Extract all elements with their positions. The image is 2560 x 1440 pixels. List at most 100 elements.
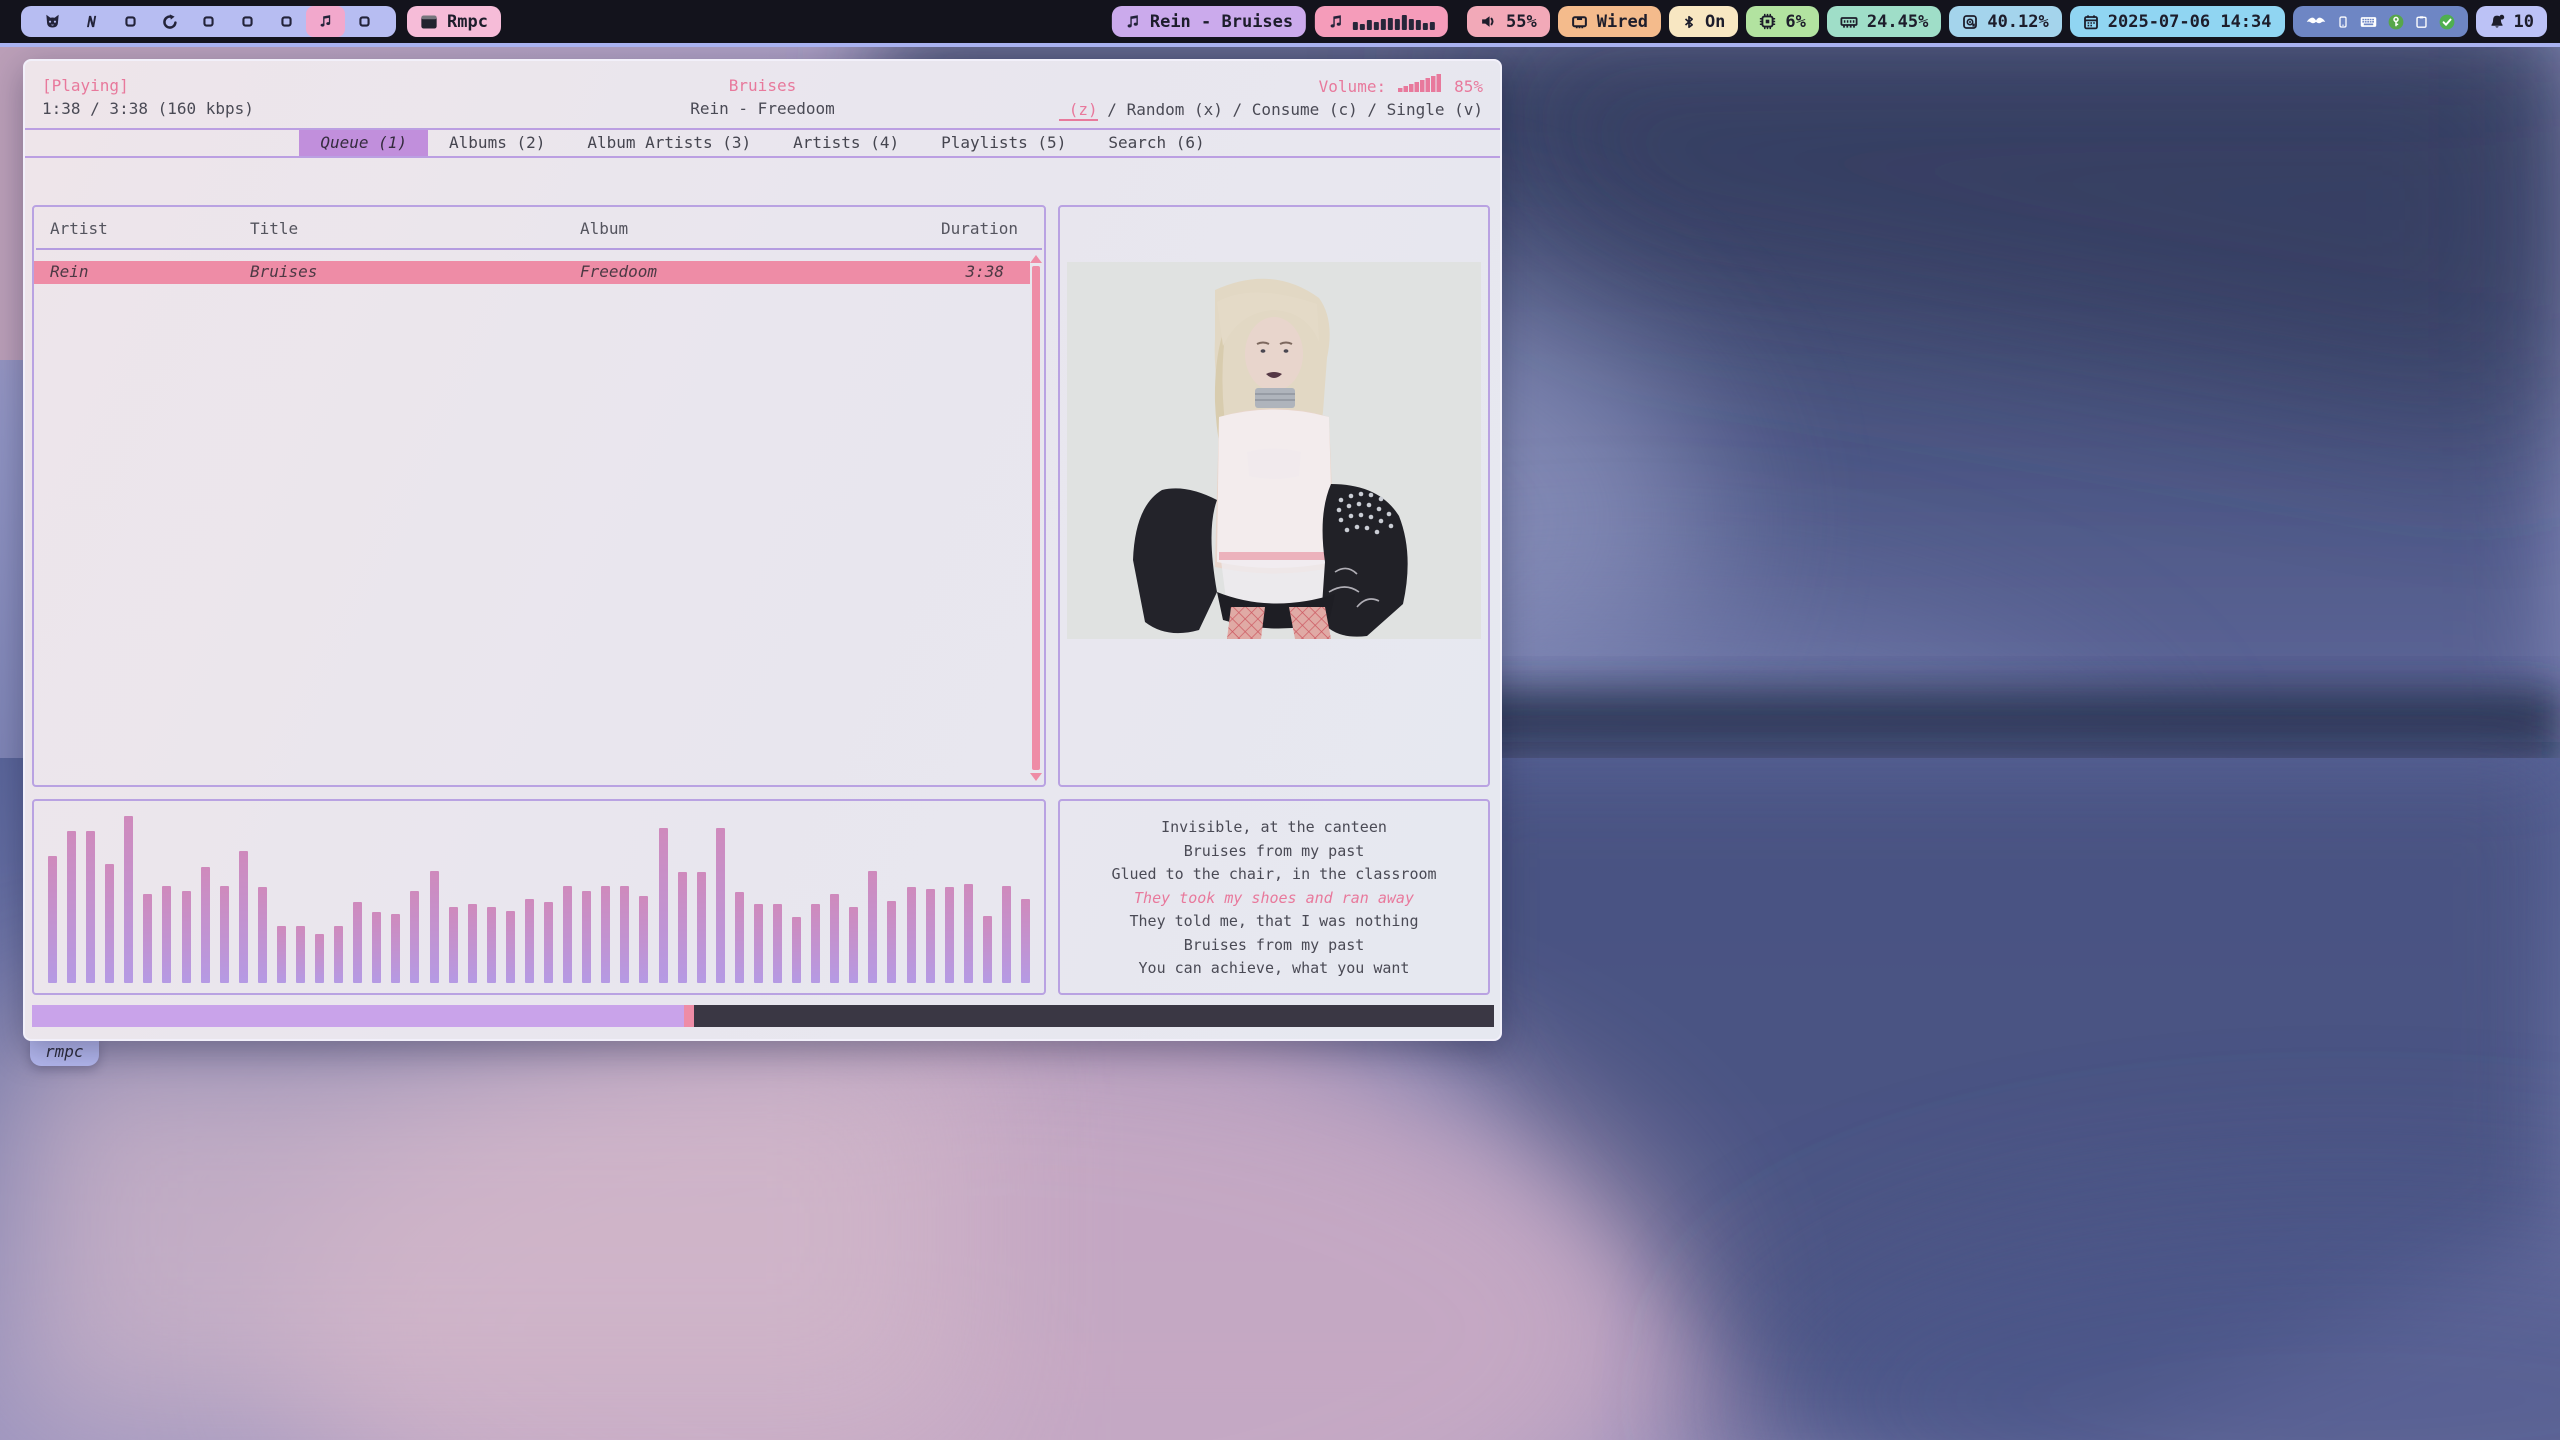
system-tray[interactable]: [2293, 6, 2468, 37]
key-icon[interactable]: [2388, 14, 2404, 30]
cpu-value: 6%: [1785, 12, 1805, 32]
visualizer-bar: [391, 914, 400, 983]
cell-artist: Rein: [50, 261, 250, 284]
tab-1[interactable]: Queue (1): [299, 130, 428, 156]
rmpc-window: [Playing] 1:38 / 3:38 (160 kbps) Bruises…: [23, 59, 1502, 1041]
workspace-square-icon[interactable]: [189, 6, 228, 37]
progress-track: [694, 1005, 1494, 1027]
bluetooth-widget[interactable]: On: [1669, 6, 1738, 37]
visualizer-bar: [525, 899, 534, 983]
bluetooth-value: On: [1705, 12, 1725, 32]
mini-viz-bar: [1416, 20, 1421, 30]
visualizer-bar: [143, 894, 152, 983]
toggle-repeat[interactable]: (z): [1059, 100, 1098, 121]
progress-cursor[interactable]: [684, 1005, 694, 1027]
toggle-consume[interactable]: Consume (c): [1252, 100, 1358, 119]
workspace-n-logo-icon[interactable]: [72, 6, 111, 37]
toggle-single[interactable]: Single (v): [1387, 100, 1483, 119]
mini-viz-bar: [1395, 19, 1400, 30]
visualizer-bar: [48, 856, 57, 983]
visualizer-bar: [678, 872, 687, 983]
visualizer-bar: [582, 891, 591, 983]
column-duration: Duration: [908, 219, 1028, 238]
mini-viz-bar: [1423, 23, 1428, 30]
visualizer-bar: [811, 904, 820, 983]
cell-title: Bruises: [250, 261, 580, 284]
cava-widget[interactable]: [1315, 6, 1448, 37]
bell-icon: [2489, 14, 2505, 30]
notifications-count: 10: [2514, 12, 2534, 32]
tab-2[interactable]: Albums (2): [428, 130, 566, 156]
lyric-line: They told me, that I was nothing: [1060, 910, 1488, 934]
clipboard-icon[interactable]: [2415, 14, 2428, 30]
workspace-square-icon[interactable]: [345, 6, 384, 37]
visualizer-bar: [659, 828, 668, 983]
visualizer-bar: [67, 831, 76, 983]
tab-5[interactable]: Playlists (5): [920, 130, 1087, 156]
visualizer-bar: [926, 889, 935, 983]
check-icon[interactable]: [2439, 14, 2455, 30]
now-playing-text: Rein - Bruises: [1150, 12, 1293, 32]
player-time: 1:38 / 3:38 (160 kbps): [42, 97, 690, 120]
visualizer-bar: [410, 891, 419, 983]
phone-icon[interactable]: [2337, 14, 2349, 30]
queue-row-selected[interactable]: Rein Bruises Freedoom 3:38: [34, 261, 1030, 284]
clock-value: 2025-07-06 14:34: [2108, 12, 2272, 32]
workspace-square-icon[interactable]: [267, 6, 306, 37]
visualizer-bar: [258, 887, 267, 983]
network-widget[interactable]: Wired: [1558, 6, 1661, 37]
column-album: Album: [580, 219, 908, 238]
window-title-tab[interactable]: rmpc: [30, 1039, 99, 1066]
workspace-refresh-icon[interactable]: [150, 6, 189, 37]
visualizer-bar: [239, 851, 248, 983]
notifications-widget[interactable]: 10: [2476, 6, 2547, 37]
toggle-separator: /: [1098, 100, 1127, 119]
visualizer-bar: [124, 816, 133, 983]
tab-3[interactable]: Album Artists (3): [566, 130, 772, 156]
tab-4[interactable]: Artists (4): [772, 130, 920, 156]
workspace-square-icon[interactable]: [228, 6, 267, 37]
clock-widget[interactable]: 2025-07-06 14:34: [2070, 6, 2285, 37]
visualizer-bars: [48, 813, 1030, 983]
scroll-up-icon[interactable]: [1030, 255, 1042, 263]
disk-widget[interactable]: 40.12%: [1949, 6, 2061, 37]
queue-scrollbar[interactable]: [1030, 255, 1042, 781]
speaker-icon: [1480, 13, 1497, 30]
tab-6[interactable]: Search (6): [1087, 130, 1225, 156]
column-artist: Artist: [50, 219, 250, 238]
visualizer-bar: [372, 912, 381, 983]
memory-widget[interactable]: 24.45%: [1827, 6, 1941, 37]
visualizer-bar: [430, 871, 439, 983]
status-bar: Rmpc Rein - Bruises 55%: [0, 0, 2560, 47]
workspace-cat-icon[interactable]: [33, 6, 72, 37]
keyboard-icon[interactable]: [2360, 16, 2377, 28]
player-state: [Playing]: [42, 74, 690, 97]
volume-ramp-icon[interactable]: [1398, 74, 1442, 98]
calendar-icon: [2083, 14, 2099, 30]
volume-widget[interactable]: 55%: [1467, 6, 1550, 37]
scroll-down-icon[interactable]: [1030, 773, 1042, 781]
mini-viz-bar: [1409, 19, 1414, 30]
mini-viz-bar: [1367, 20, 1372, 30]
lyric-line-current: They took my shoes and ran away: [1060, 887, 1488, 911]
player-header: [Playing] 1:38 / 3:38 (160 kbps) Bruises…: [25, 61, 1500, 121]
mustache-icon[interactable]: [2306, 16, 2326, 27]
bluetooth-icon: [1682, 14, 1696, 30]
workspace-square-icon[interactable]: [111, 6, 150, 37]
scrollbar-thumb[interactable]: [1032, 266, 1040, 770]
mini-visualizer: [1353, 14, 1435, 30]
progress-bar[interactable]: [32, 1005, 1494, 1027]
lyric-line: Invisible, at the canteen: [1060, 816, 1488, 840]
visualizer-bar: [601, 886, 610, 983]
workspace-switcher[interactable]: [21, 6, 396, 37]
network-value: Wired: [1597, 12, 1648, 32]
visualizer-bar: [792, 917, 801, 983]
now-playing-widget[interactable]: Rein - Bruises: [1112, 6, 1306, 37]
toggle-random[interactable]: Random (x): [1127, 100, 1223, 119]
rmpc-taskbar-button[interactable]: Rmpc: [407, 6, 501, 37]
song-title: Bruises: [690, 74, 835, 97]
cpu-widget[interactable]: 6%: [1746, 6, 1818, 37]
workspace-music-note-icon[interactable]: [306, 6, 345, 37]
visualizer-bar: [296, 926, 305, 983]
toggle-separator: /: [1223, 100, 1252, 119]
